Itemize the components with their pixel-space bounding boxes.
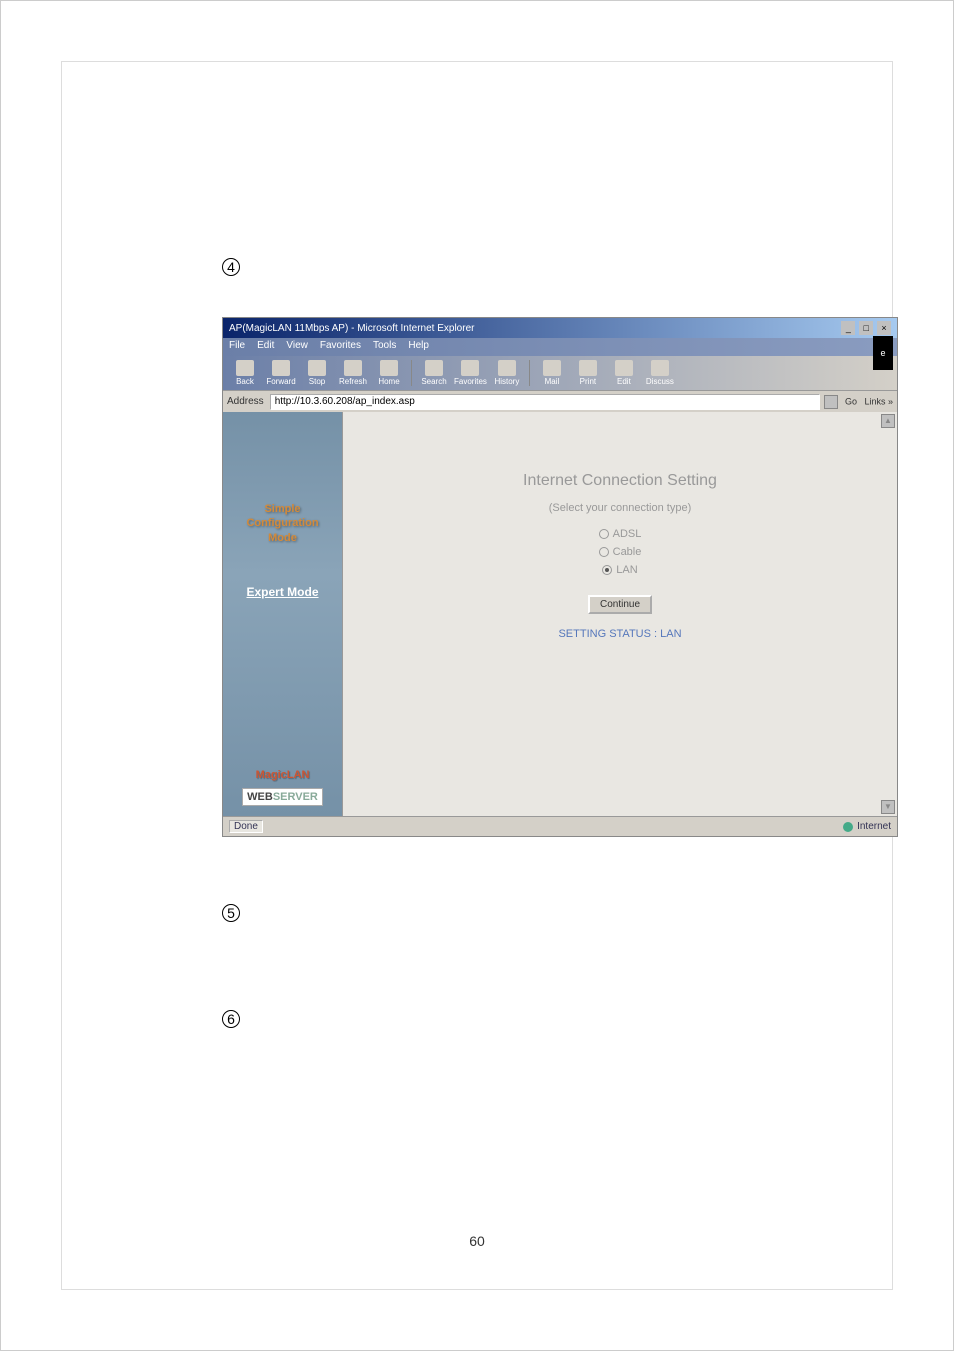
- step-label-5: 5: [222, 904, 240, 922]
- scroll-down-button[interactable]: ▼: [881, 800, 895, 814]
- edit-button[interactable]: Edit: [608, 360, 640, 386]
- window-titlebar: AP(MagicLAN 11Mbps AP) - Microsoft Inter…: [223, 318, 897, 338]
- go-button[interactable]: Go: [845, 396, 857, 406]
- browser-content: Simple Configuration Mode Expert Mode Ma…: [223, 412, 897, 816]
- step-label-4: 4: [222, 258, 240, 276]
- setting-status: SETTING STATUS : LAN: [363, 628, 877, 640]
- menu-view[interactable]: View: [286, 340, 308, 354]
- forward-button[interactable]: Forward: [265, 360, 297, 386]
- sidebar: Simple Configuration Mode Expert Mode Ma…: [223, 412, 343, 816]
- status-bar: Done Internet: [223, 816, 897, 836]
- window-title: AP(MagicLAN 11Mbps AP) - Microsoft Inter…: [229, 323, 474, 334]
- favorites-icon: [461, 360, 479, 376]
- back-icon: [236, 360, 254, 376]
- status-done: Done: [229, 820, 263, 833]
- refresh-button[interactable]: Refresh: [337, 360, 369, 386]
- menu-favorites[interactable]: Favorites: [320, 340, 361, 354]
- simple-line2: Configuration: [246, 516, 318, 530]
- menubar: File Edit View Favorites Tools Help e: [223, 338, 897, 356]
- menu-tools[interactable]: Tools: [373, 340, 396, 354]
- home-button[interactable]: Home: [373, 360, 405, 386]
- page-subtitle: (Select your connection type): [363, 502, 877, 514]
- status-zone: Internet: [857, 821, 891, 832]
- edit-icon: [615, 360, 633, 376]
- address-dropdown-icon[interactable]: [824, 395, 838, 409]
- radio-lan[interactable]: LAN: [602, 564, 637, 576]
- history-button[interactable]: History: [491, 360, 523, 386]
- sidebar-simple-mode[interactable]: Simple Configuration Mode: [246, 502, 318, 545]
- search-button[interactable]: Search: [418, 360, 450, 386]
- radio-adsl[interactable]: ADSL: [599, 528, 642, 540]
- discuss-icon: [651, 360, 669, 376]
- minimize-button[interactable]: _: [841, 321, 855, 335]
- connection-type-group: ADSL Cable LAN: [363, 528, 877, 576]
- history-icon: [498, 360, 516, 376]
- maximize-button[interactable]: □: [859, 321, 873, 335]
- main-panel: ▲ Internet Connection Setting (Select yo…: [343, 412, 897, 816]
- menu-file[interactable]: File: [229, 340, 245, 354]
- simple-line3: Mode: [246, 531, 318, 545]
- back-button[interactable]: Back: [229, 360, 261, 386]
- print-button[interactable]: Print: [572, 360, 604, 386]
- close-button[interactable]: ×: [877, 321, 891, 335]
- magiclan-label: MagicLAN: [223, 769, 342, 781]
- radio-cable[interactable]: Cable: [599, 546, 642, 558]
- home-icon: [380, 360, 398, 376]
- toolbar: Back Forward Stop Refresh Home Search Fa…: [223, 356, 897, 390]
- internet-zone-icon: [843, 822, 853, 832]
- webserver-logo: WEBSERVER: [242, 788, 323, 806]
- favorites-button[interactable]: Favorites: [454, 360, 487, 386]
- page-title: Internet Connection Setting: [363, 472, 877, 490]
- mail-button[interactable]: Mail: [536, 360, 568, 386]
- ie-logo-icon: e: [873, 336, 893, 370]
- address-label: Address: [227, 396, 264, 407]
- step-label-6: 6: [222, 1010, 240, 1028]
- simple-line1: Simple: [246, 502, 318, 516]
- scroll-up-button[interactable]: ▲: [881, 414, 895, 428]
- continue-button[interactable]: Continue: [588, 595, 652, 614]
- discuss-button[interactable]: Discuss: [644, 360, 676, 386]
- refresh-icon: [344, 360, 362, 376]
- forward-icon: [272, 360, 290, 376]
- print-icon: [579, 360, 597, 376]
- menu-edit[interactable]: Edit: [257, 340, 274, 354]
- address-input[interactable]: [270, 394, 821, 410]
- menu-help[interactable]: Help: [408, 340, 429, 354]
- address-bar: Address Go Links »: [223, 390, 897, 412]
- links-button[interactable]: Links »: [864, 396, 893, 406]
- stop-icon: [308, 360, 326, 376]
- mail-icon: [543, 360, 561, 376]
- ie-window: AP(MagicLAN 11Mbps AP) - Microsoft Inter…: [222, 317, 898, 837]
- page-number: 60: [469, 1233, 485, 1249]
- search-icon: [425, 360, 443, 376]
- sidebar-expert-mode[interactable]: Expert Mode: [246, 585, 318, 599]
- stop-button[interactable]: Stop: [301, 360, 333, 386]
